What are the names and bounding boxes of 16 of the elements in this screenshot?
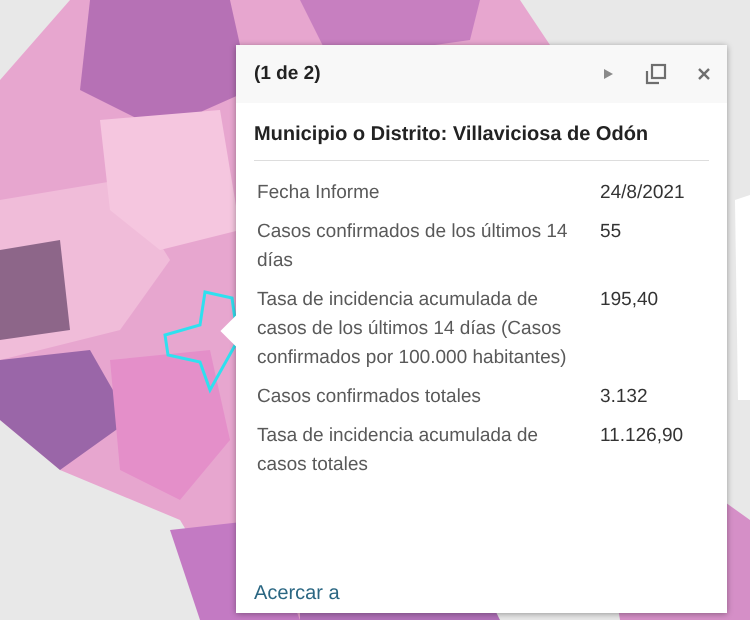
close-icon[interactable] — [697, 67, 711, 81]
field-value: 11.126,90 — [600, 424, 684, 448]
field-label: Casos confirmados de los últimos 14 días — [257, 220, 568, 273]
next-icon[interactable] — [601, 67, 615, 81]
popup-title: (1 de 2) — [254, 63, 321, 85]
zoom-to-link[interactable]: Acercar a — [236, 582, 727, 613]
field-value: 55 — [600, 220, 622, 244]
field-value: 195,40 — [600, 288, 658, 312]
popup-heading: Municipio o Distrito: Villaviciosa de Odón — [254, 123, 709, 161]
field-label: Fecha Informe — [257, 181, 380, 205]
dock-icon[interactable] — [645, 63, 667, 85]
field-label: Tasa de incidencia acumulada de casos totales — [257, 424, 539, 477]
field-label: Casos confirmados totales — [257, 385, 482, 409]
field-value: 3.132 — [600, 385, 648, 409]
field-label: Tasa de incidencia acumulada de casos de los últimos 14 días (Casos confirmados por 100.000 habitantes) — [257, 288, 568, 370]
field-value: 24/8/2021 — [600, 181, 685, 205]
